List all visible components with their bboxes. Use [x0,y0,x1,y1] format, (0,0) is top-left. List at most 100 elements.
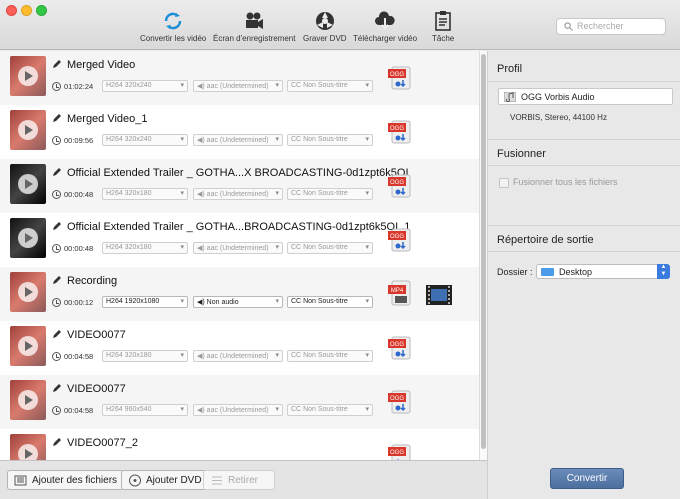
toolbar-record-button[interactable]: Écran d'enregistrement [213,10,295,43]
pencil-icon[interactable] [52,437,62,447]
audio-track-select[interactable]: ◀) Non audio ▾ [193,296,283,308]
file-title: Official Extended Trailer _ GOTHA...X BR… [67,167,409,179]
search-input[interactable]: Rechercher [556,18,666,35]
folder-select[interactable]: Desktop ▲ ▼ [536,264,670,279]
chevron-down-icon: ▾ [275,352,279,359]
speaker-icon: ◀) [197,353,207,360]
video-thumbnail[interactable] [10,272,46,312]
list-scrollbar[interactable] [479,51,487,460]
clock-icon [52,136,61,145]
list-item[interactable]: Merged Video 01:02:24 H264 320x240 ▾ ◀) a… [0,51,479,105]
audio-track-select[interactable]: ◀) aac (Undetermined) ▾ [193,350,283,362]
chevron-down-icon: ▾ [180,244,184,251]
audio-track-select[interactable]: ◀) aac (Undetermined) ▾ [193,242,283,254]
video-thumbnail[interactable] [10,434,46,460]
pencil-icon[interactable] [52,221,62,231]
video-thumbnail[interactable] [10,326,46,366]
subtitle-select[interactable]: CC Non Sous-titre ▾ [287,188,373,200]
video-track-select[interactable]: H264 320x180 ▾ [102,242,188,254]
audio-track-select[interactable]: ◀) aac (Undetermined) ▾ [193,404,283,416]
pencil-icon[interactable] [52,383,62,393]
video-track-select[interactable]: H264 320x240 ▾ [102,80,188,92]
minimize-window-button[interactable] [21,5,32,16]
pencil-icon[interactable] [52,113,62,123]
audio-track-select[interactable]: ◀) aac (Undetermined) ▾ [193,134,283,146]
ogg-format-icon[interactable]: OGG [386,63,414,91]
toolbar-convert-button[interactable]: Convertir les vidéo [140,10,206,43]
toolbar-task-button[interactable]: Tâche [432,10,454,43]
subtitle-value: Non Sous-titre [303,352,348,359]
close-window-button[interactable] [6,5,17,16]
file-list: Merged Video 01:02:24 H264 320x240 ▾ ◀) a… [0,51,479,460]
file-duration: 01:02:24 [64,82,94,91]
add-dvd-button[interactable]: Ajouter DVD [121,470,209,490]
pencil-icon[interactable] [52,167,62,177]
divider [488,251,680,252]
mp4-format-icon[interactable]: MP4 [386,279,414,307]
film-icon[interactable] [424,281,454,309]
video-thumbnail[interactable] [10,56,46,96]
profile-select[interactable]: OGG Vorbis Audio [498,88,673,105]
chevron-down-icon: ▾ [180,82,184,89]
ogg-format-icon[interactable]: OGG [386,333,414,361]
cc-icon: CC [291,244,304,251]
subtitle-select[interactable]: CC Non Sous-titre ▾ [287,242,373,254]
merge-all-label: Fusionner tous les fichiers [513,177,618,187]
subtitle-select[interactable]: CC Non Sous-titre ▾ [287,134,373,146]
clock-icon [52,244,61,253]
scrollbar-thumb[interactable] [481,54,486,449]
video-track-select[interactable]: H264 960x540 ▾ [102,404,188,416]
audio-track-value: aac (Undetermined) [206,137,269,144]
remove-button[interactable]: Retirer [203,470,275,490]
video-track-select[interactable]: H264 320x180 ▾ [102,188,188,200]
list-item[interactable]: Merged Video_1 00:09:56 H264 320x240 ▾ ◀)… [0,105,479,159]
subtitle-select[interactable]: CC Non Sous-titre ▾ [287,404,373,416]
file-duration: 00:04:58 [64,352,94,361]
clock-icon [52,298,61,307]
ogg-format-icon[interactable]: OGG [386,225,414,253]
video-thumbnail[interactable] [10,110,46,150]
toolbar-burn-dvd-button[interactable]: Graver DVD [303,10,347,43]
zoom-window-button[interactable] [36,5,47,16]
file-title: Merged Video_1 [67,113,148,125]
speaker-icon: ◀) [197,191,207,198]
subtitle-select[interactable]: CC Non Sous-titre ▾ [287,80,373,92]
video-thumbnail[interactable] [10,380,46,420]
subtitle-select[interactable]: CC Non Sous-titre ▾ [287,350,373,362]
list-item[interactable]: Recording 00:00:12 H264 1920x1080 ▾ ◀) No… [0,267,479,321]
list-item[interactable]: VIDEO0077_2 OGG [0,429,479,460]
audio-track-select[interactable]: ◀) aac (Undetermined) ▾ [193,80,283,92]
ogg-format-icon[interactable]: OGG [386,441,414,460]
ogg-format-icon[interactable]: OGG [386,387,414,415]
audio-track-select[interactable]: ◀) aac (Undetermined) ▾ [193,188,283,200]
toolbar-download-button[interactable]: Télécharger vidéo [353,10,417,43]
subtitle-select[interactable]: CC Non Sous-titre ▾ [287,296,373,308]
video-track-select[interactable]: H264 320x240 ▾ [102,134,188,146]
video-thumbnail[interactable] [10,164,46,204]
divider [488,225,680,226]
play-icon [18,282,38,302]
chevron-down-icon: ▾ [180,406,184,413]
pencil-icon[interactable] [52,275,62,285]
pencil-icon[interactable] [52,329,62,339]
list-item[interactable]: VIDEO0077 00:04:58 H264 320x180 ▾ ◀) aac … [0,321,479,375]
ogg-format-icon[interactable]: OGG [386,117,414,145]
cc-icon: CC [291,406,304,413]
video-track-select[interactable]: H264 1920x1080 ▾ [102,296,188,308]
merge-all-checkbox[interactable] [499,178,509,188]
video-thumbnail[interactable] [10,218,46,258]
add-files-button[interactable]: Ajouter des fichiers [7,470,125,490]
svg-text:OGG: OGG [390,234,404,240]
list-item[interactable]: Official Extended Trailer _ GOTHA...BROA… [0,213,479,267]
list-item[interactable]: VIDEO0077 00:04:58 H264 960x540 ▾ ◀) aac … [0,375,479,429]
merge-title: Fusionner [497,148,546,160]
video-track-select[interactable]: H264 320x180 ▾ [102,350,188,362]
video-track-value: H264 320x180 [106,190,152,197]
divider [488,165,680,166]
pencil-icon[interactable] [52,59,62,69]
list-item[interactable]: Official Extended Trailer _ GOTHA...X BR… [0,159,479,213]
folder-value: Desktop [559,267,593,277]
convert-button[interactable]: Convertir [550,468,624,489]
ogg-format-icon[interactable]: OGG [386,171,414,199]
chevron-down-icon: ▾ [180,352,184,359]
